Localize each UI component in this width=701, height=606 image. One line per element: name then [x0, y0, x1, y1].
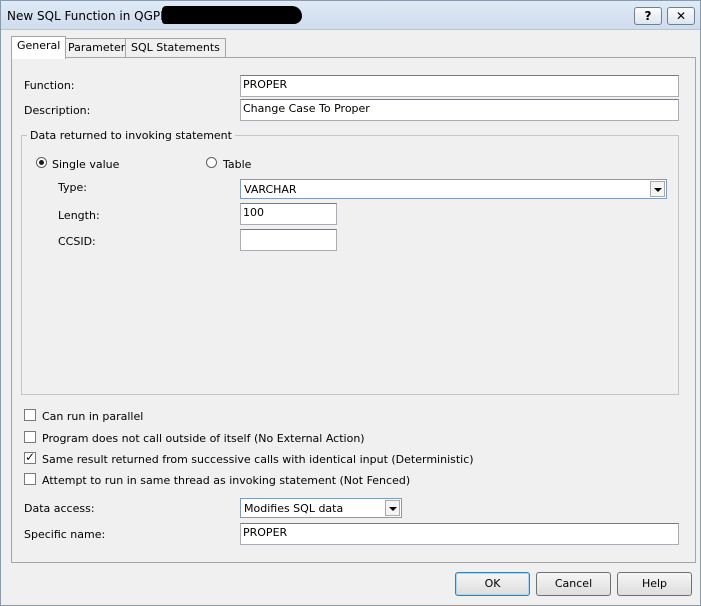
return-data-groupbox: [21, 135, 679, 395]
parallel-label[interactable]: Can run in parallel: [42, 410, 143, 423]
specific-name-input[interactable]: PROPER: [240, 523, 679, 545]
deterministic-label[interactable]: Same result returned from successive cal…: [42, 453, 474, 466]
not-fenced-checkbox[interactable]: [24, 473, 36, 485]
chevron-down-icon[interactable]: [385, 500, 400, 516]
ccsid-input[interactable]: [240, 229, 337, 251]
deterministic-checkbox[interactable]: ✓: [24, 450, 36, 464]
chevron-down-icon[interactable]: [650, 181, 665, 197]
cancel-button[interactable]: Cancel: [536, 572, 611, 596]
table-label[interactable]: Table: [223, 158, 251, 171]
type-label: Type:: [58, 181, 87, 194]
function-label: Function:: [24, 79, 75, 92]
length-input[interactable]: 100: [240, 203, 337, 225]
tab-sql-statements[interactable]: SQL Statements: [125, 38, 226, 58]
return-data-group-title: Data returned to invoking statement: [27, 129, 235, 142]
checkmark-icon: ✓: [25, 450, 36, 464]
radio-selected-dot: [39, 160, 44, 165]
data-access-value: Modifies SQL data: [244, 502, 344, 515]
window-title: New SQL Function in QGPL -: [7, 9, 175, 23]
close-button[interactable]: ✕: [667, 7, 695, 25]
parallel-checkbox[interactable]: [24, 409, 36, 421]
no-external-action-checkbox[interactable]: [24, 431, 36, 443]
type-dropdown-value: VARCHAR: [244, 183, 297, 196]
ccsid-label: CCSID:: [58, 235, 96, 248]
no-external-action-label[interactable]: Program does not call outside of itself …: [42, 432, 365, 445]
single-value-radio[interactable]: [36, 157, 47, 168]
description-label: Description:: [24, 104, 91, 117]
description-input[interactable]: Change Case To Proper: [240, 99, 679, 121]
table-radio[interactable]: [206, 157, 217, 168]
help-title-button[interactable]: ?: [634, 7, 662, 25]
type-dropdown[interactable]: VARCHAR: [240, 179, 667, 199]
data-access-dropdown[interactable]: Modifies SQL data: [240, 498, 402, 518]
redacted-system-name: [162, 6, 302, 24]
data-access-label: Data access:: [24, 502, 95, 515]
help-button[interactable]: Help: [617, 572, 692, 596]
title-bar[interactable]: New SQL Function in QGPL - ? ✕: [1, 1, 700, 30]
not-fenced-label[interactable]: Attempt to run in same thread as invokin…: [42, 474, 410, 487]
single-value-label[interactable]: Single value: [52, 158, 119, 171]
sql-function-dialog: New SQL Function in QGPL - ? ✕ General P…: [0, 0, 701, 606]
tab-general[interactable]: General: [11, 36, 67, 59]
function-name-input[interactable]: PROPER: [240, 75, 679, 97]
ok-button[interactable]: OK: [455, 572, 530, 596]
specific-name-label: Specific name:: [24, 528, 106, 541]
length-label: Length:: [58, 209, 100, 222]
